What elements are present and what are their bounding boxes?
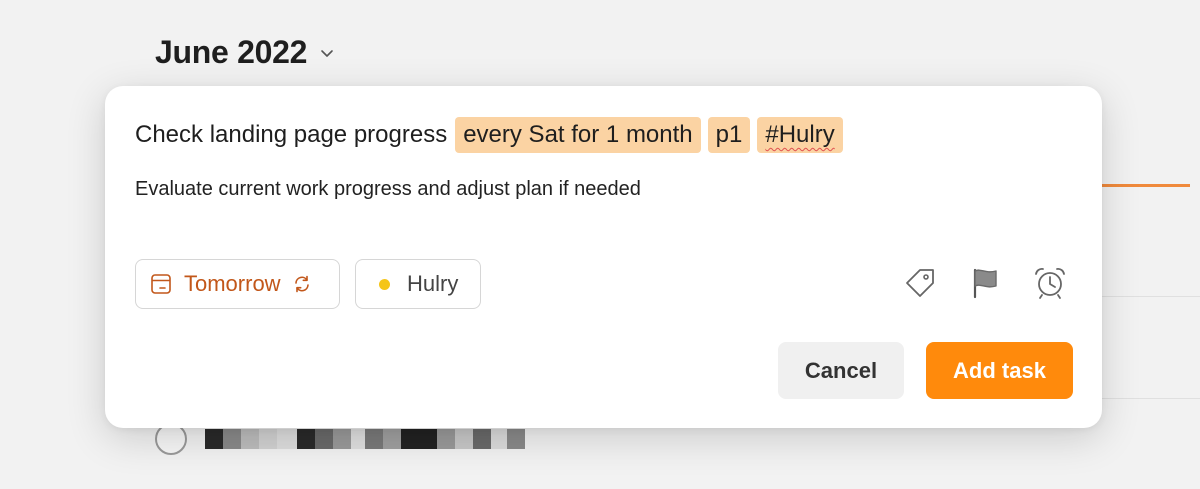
label-icon[interactable]	[902, 265, 938, 301]
task-title-text: Check landing page progress	[135, 121, 448, 148]
divider	[1102, 296, 1200, 297]
due-date-button[interactable]: Tomorrow	[135, 259, 340, 309]
month-title: June 2022	[155, 34, 308, 70]
alarm-icon[interactable]	[1032, 265, 1068, 301]
project-label: Hulry	[407, 271, 459, 296]
project-token-label: #Hulry	[765, 121, 835, 148]
task-name-input[interactable]: Check landing page progress every Sat fo…	[135, 117, 843, 153]
priority-token[interactable]: p1	[707, 117, 751, 153]
project-token[interactable]: #Hulry	[757, 117, 843, 153]
add-task-button[interactable]: Add task	[926, 342, 1073, 399]
project-dot-icon	[379, 278, 390, 290]
chevron-down-icon[interactable]	[319, 45, 335, 61]
project-button[interactable]: Hulry	[355, 259, 481, 309]
task-description-input[interactable]: Evaluate current work progress and adjus…	[135, 178, 641, 201]
redacted-task-text	[205, 429, 525, 449]
divider	[1102, 398, 1200, 399]
flag-icon[interactable]	[967, 265, 1003, 301]
today-indicator-line	[1102, 184, 1190, 187]
repeat-icon	[294, 275, 309, 293]
due-date-label: Tomorrow	[184, 271, 281, 296]
calendar-icon	[151, 274, 171, 294]
month-header[interactable]: June 2022	[155, 34, 335, 71]
add-task-dialog: Check landing page progress every Sat fo…	[105, 86, 1102, 428]
recurrence-token[interactable]: every Sat for 1 month	[455, 117, 701, 153]
cancel-button[interactable]: Cancel	[778, 342, 904, 399]
